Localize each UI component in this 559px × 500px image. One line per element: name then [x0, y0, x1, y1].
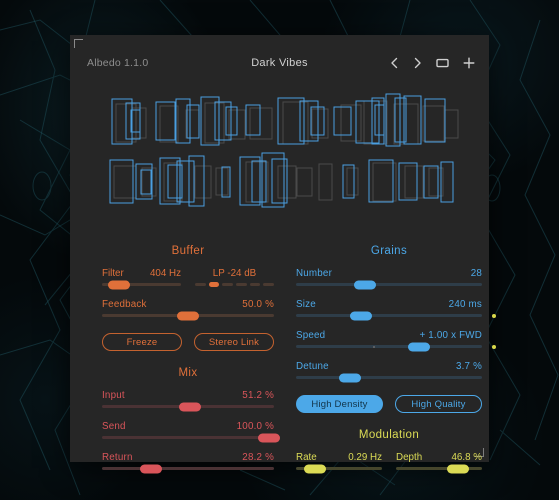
modulation-section: Modulation Rate 0.29 Hz Depth 46.8 % [296, 429, 482, 473]
high-quality-button[interactable]: High Quality [395, 395, 482, 413]
feedback-value: 50.0 % [242, 299, 274, 310]
input-control[interactable]: Input 51.2 % [102, 390, 274, 411]
grains-section-title: Grains [370, 245, 408, 257]
slope-segment[interactable] [263, 283, 275, 286]
send-value: 100.0 % [236, 421, 274, 432]
input-label: Input [102, 390, 125, 401]
slope-segment[interactable] [249, 283, 261, 286]
depth-value: 46.8 % [451, 452, 482, 463]
return-slider-track[interactable] [102, 464, 274, 473]
grain-visualizer[interactable] [98, 90, 461, 210]
depth-label: Depth [396, 452, 423, 463]
speed-slider-track[interactable] [296, 342, 496, 351]
speed-slider-knob[interactable] [407, 342, 430, 351]
size-control[interactable]: Size 240 ms [296, 299, 496, 320]
input-value: 51.2 % [242, 390, 274, 401]
filter-slope-value: LP -24 dB [212, 268, 257, 279]
rate-control[interactable]: Rate 0.29 Hz [296, 452, 382, 473]
detune-label: Detune [296, 361, 329, 372]
slope-segment[interactable] [222, 283, 234, 286]
filter-label: Filter [102, 268, 124, 279]
size-value: 240 ms [448, 299, 482, 310]
input-slider-knob[interactable] [179, 402, 202, 411]
feedback-label: Feedback [102, 299, 147, 310]
speed-control[interactable]: Speed + 1.00 x FWD [296, 330, 496, 351]
filter-slider-track[interactable] [102, 280, 181, 289]
filter-control[interactable]: Filter 404 Hz [102, 268, 181, 289]
feedback-slider-track[interactable] [102, 311, 274, 320]
size-mod-indicator[interactable] [492, 313, 496, 318]
rate-label: Rate [296, 452, 317, 463]
detune-slider-knob[interactable] [338, 373, 361, 382]
stereo-link-button[interactable]: Stereo Link [194, 333, 274, 351]
depth-slider-track[interactable] [396, 464, 482, 473]
detune-slider-track[interactable] [296, 373, 482, 382]
speed-label: Speed [296, 330, 326, 341]
high-density-button[interactable]: High Density [296, 395, 383, 413]
depth-slider-knob[interactable] [446, 464, 469, 473]
number-slider-knob[interactable] [353, 280, 376, 289]
filter-slope-control[interactable]: LP -24 dB [195, 268, 275, 287]
plugin-window: Albedo 1.1.0 Dark Vibes Buffer Filter 40… [70, 35, 496, 473]
rectangle-icon[interactable] [436, 57, 449, 69]
number-control[interactable]: Number 28 [296, 268, 482, 289]
detune-value: 3.7 % [455, 361, 482, 372]
size-slider-track[interactable] [296, 311, 496, 320]
rate-value: 0.29 Hz [348, 452, 382, 463]
mix-section: Mix Input 51.2 % Send 100.0 % Return 28.… [102, 367, 280, 473]
left-column: Buffer Filter 404 Hz LP -24 dB Feedback … [102, 245, 280, 483]
mix-section-title: Mix [178, 367, 198, 379]
filter-slope-segments[interactable] [195, 282, 275, 287]
slope-segment[interactable] [236, 283, 247, 286]
size-slider-knob[interactable] [350, 311, 373, 320]
size-label: Size [296, 299, 316, 310]
filter-value: 404 Hz [149, 268, 181, 279]
modulation-row: Rate 0.29 Hz Depth 46.8 % [296, 452, 482, 473]
send-slider-track[interactable] [102, 433, 280, 442]
rate-slider-track[interactable] [296, 464, 382, 473]
filter-row: Filter 404 Hz LP -24 dB [102, 268, 275, 289]
grains-button-row: High Density High Quality [296, 395, 482, 413]
depth-control[interactable]: Depth 46.8 % [396, 452, 482, 473]
filter-slider-knob[interactable] [108, 280, 131, 289]
number-value: 28 [470, 268, 482, 279]
rate-slider-knob[interactable] [303, 464, 326, 473]
chevron-left-icon[interactable] [390, 57, 399, 69]
speed-value: + 1.00 x FWD [419, 330, 482, 341]
number-slider-track[interactable] [296, 280, 482, 289]
right-column: Grains Number 28 Size 240 ms Speed + 1.0… [296, 245, 496, 473]
plus-icon[interactable] [463, 57, 475, 69]
return-control[interactable]: Return 28.2 % [102, 452, 274, 473]
speed-mod-indicator[interactable] [492, 344, 496, 349]
number-label: Number [296, 268, 333, 279]
freeze-button[interactable]: Freeze [102, 333, 182, 351]
buffer-section: Buffer Filter 404 Hz LP -24 dB Feedback … [102, 245, 275, 351]
send-slider-knob[interactable] [257, 433, 280, 442]
send-control[interactable]: Send 100.0 % [102, 421, 280, 442]
feedback-control[interactable]: Feedback 50.0 % [102, 299, 274, 320]
return-label: Return [102, 452, 133, 463]
detune-control[interactable]: Detune 3.7 % [296, 361, 482, 382]
slope-segment[interactable] [195, 283, 206, 286]
buffer-button-row: Freeze Stereo Link [102, 333, 274, 351]
chevron-right-icon[interactable] [413, 57, 422, 69]
buffer-section-title: Buffer [171, 245, 205, 257]
send-label: Send [102, 421, 126, 432]
title-bar: Albedo 1.1.0 Dark Vibes [70, 47, 489, 79]
grains-section: Grains Number 28 Size 240 ms Speed + 1.0… [296, 245, 496, 413]
return-slider-knob[interactable] [139, 464, 162, 473]
feedback-slider-knob[interactable] [177, 311, 199, 320]
input-slider-track[interactable] [102, 402, 274, 411]
speed-center-tick [373, 345, 376, 348]
modulation-section-title: Modulation [358, 429, 420, 441]
slope-segment-active[interactable] [208, 282, 220, 287]
return-value: 28.2 % [242, 452, 274, 463]
preset-controls [390, 57, 475, 69]
grain-visualizer-canvas [109, 93, 459, 208]
